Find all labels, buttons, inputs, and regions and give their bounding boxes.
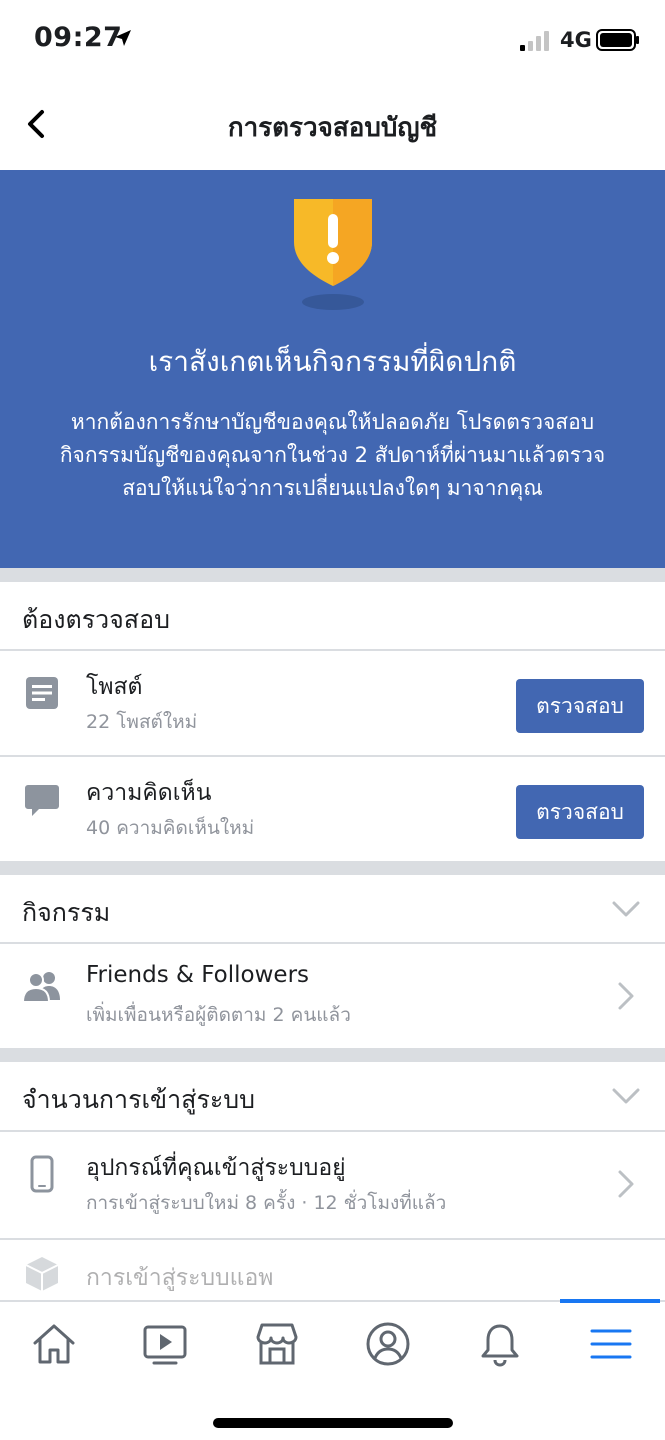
- row-subtitle: เพิ่มเพื่อนหรือผู้ติดตาม 2 คนแล้ว: [86, 1004, 351, 1026]
- alert-description: หากต้องการรักษาบัญชีของคุณให้ปลอดภัย โปร…: [59, 410, 606, 500]
- row-title: โพสต์: [86, 674, 143, 700]
- tab-marketplace[interactable]: [242, 1316, 312, 1372]
- tab-home[interactable]: [19, 1316, 89, 1372]
- section-gap: [0, 1048, 665, 1062]
- activity-item-friends[interactable]: Friends & Followers เพิ่มเพื่อนหรือผู้ติ…: [0, 944, 665, 1048]
- alert-banner: เราสังเกตเห็นกิจกรรมที่ผิดปกติ หากต้องกา…: [0, 170, 665, 568]
- profile-icon: [366, 1322, 410, 1366]
- row-title: อุปกรณ์ที่คุณเข้าสู่ระบบอยู่: [86, 1155, 346, 1181]
- watch-icon: [143, 1325, 187, 1365]
- section-title: ต้องตรวจสอบ: [22, 605, 170, 634]
- app-box-icon: [25, 1257, 59, 1291]
- location-arrow-icon: [115, 30, 131, 46]
- tab-watch[interactable]: [130, 1316, 200, 1372]
- chevron-down-icon[interactable]: [610, 1086, 642, 1106]
- shield-warning-icon: [294, 199, 372, 310]
- review-item-comments: ความคิดเห็น 40 ความคิดเห็นใหม่ ตรวจสอบ: [0, 757, 665, 861]
- section-header-to-review: ต้องตรวจสอบ: [0, 582, 665, 652]
- nav-bar: การตรวจสอบบัญชี: [0, 80, 665, 170]
- section-header-logins[interactable]: จำนวนการเข้าสู่ระบบ: [0, 1062, 665, 1132]
- section-title: กิจกรรม: [22, 898, 111, 927]
- signal-icon: [520, 31, 549, 51]
- section-header-activity[interactable]: กิจกรรม: [0, 875, 665, 945]
- row-subtitle: การเข้าสู่ระบบใหม่ 8 ครั้ง · 12 ชั่วโมงท…: [86, 1192, 447, 1214]
- menu-icon: [590, 1329, 632, 1359]
- review-item-posts: โพสต์ 22 โพสต์ใหม่ ตรวจสอบ: [0, 651, 665, 755]
- network-label: 4G: [560, 28, 592, 52]
- battery-icon: [596, 29, 639, 51]
- section-gap: [0, 568, 665, 582]
- row-subtitle: 40 ความคิดเห็นใหม่: [86, 817, 255, 839]
- login-item-devices[interactable]: อุปกรณ์ที่คุณเข้าสู่ระบบอยู่ การเข้าสู่ร…: [0, 1132, 665, 1236]
- review-comments-button[interactable]: ตรวจสอบ: [516, 785, 644, 839]
- home-indicator: [213, 1418, 453, 1428]
- friends-icon: [22, 972, 60, 1003]
- row-title: การเข้าสู่ระบบแอพ: [86, 1265, 274, 1291]
- page-title: การตรวจสอบบัญชี: [227, 113, 438, 143]
- marketplace-icon: [256, 1323, 298, 1365]
- tab-menu[interactable]: [576, 1316, 646, 1372]
- row-title: Friends & Followers: [86, 962, 310, 988]
- active-tab-indicator: [560, 1299, 660, 1303]
- phone-icon: [30, 1155, 54, 1193]
- row-subtitle: 22 โพสต์ใหม่: [86, 711, 198, 733]
- status-bar: 09:27 4G: [0, 0, 665, 80]
- status-time: 09:27: [34, 22, 123, 53]
- section-title: จำนวนการเข้าสู่ระบบ: [22, 1085, 256, 1114]
- comment-icon: [25, 785, 59, 816]
- review-posts-button[interactable]: ตรวจสอบ: [516, 679, 644, 733]
- row-title: ความคิดเห็น: [86, 780, 212, 806]
- section-gap: [0, 861, 665, 875]
- bottom-tab-bar: [0, 1299, 665, 1440]
- chevron-right-icon: [618, 982, 634, 1010]
- alert-title: เราสังเกตเห็นกิจกรรมที่ผิดปกติ: [148, 345, 517, 378]
- notifications-icon: [481, 1324, 519, 1367]
- post-icon: [26, 677, 58, 709]
- chevron-down-icon[interactable]: [610, 899, 642, 919]
- chevron-right-icon: [618, 1170, 634, 1198]
- home-icon: [33, 1324, 75, 1364]
- login-item-apps[interactable]: การเข้าสู่ระบบแอพ: [0, 1240, 665, 1300]
- tab-profile[interactable]: [353, 1316, 423, 1372]
- tab-notifications[interactable]: [465, 1316, 535, 1372]
